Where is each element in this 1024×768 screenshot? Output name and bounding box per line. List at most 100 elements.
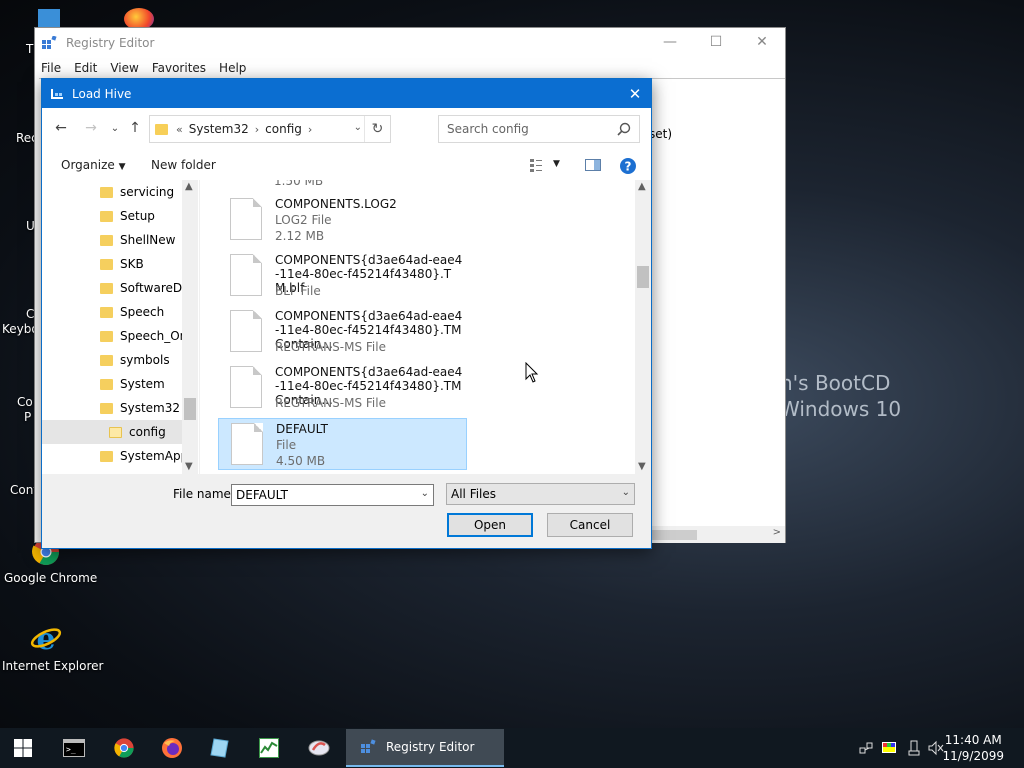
new-folder-button[interactable]: New folder xyxy=(151,158,216,172)
recent-locations-chevron-icon[interactable]: ⌄ xyxy=(105,118,125,138)
tree-item[interactable]: Setup xyxy=(42,204,182,228)
registry-editor-icon xyxy=(361,739,376,753)
address-row: ← → ⌄ ↑ « System32 › config › ⌄ ↻ Search… xyxy=(42,108,651,150)
scrollbar-thumb[interactable] xyxy=(649,530,697,540)
menu-favorites[interactable]: Favorites xyxy=(152,61,206,75)
tree-item[interactable]: Speech xyxy=(42,300,182,324)
menu-file[interactable]: File xyxy=(41,61,61,75)
navigation-pane: servicing Setup ShellNew SKB SoftwareDis… xyxy=(42,180,199,474)
display-color-icon[interactable] xyxy=(881,740,897,756)
tree-item[interactable]: servicing xyxy=(42,180,182,204)
breadcrumb-separator-icon[interactable]: › xyxy=(255,123,259,136)
tree-item-label: config xyxy=(129,425,166,439)
notepad-icon xyxy=(210,738,229,758)
file-list-scrollbar[interactable]: ▲ ▼ xyxy=(635,180,651,474)
menu-view[interactable]: View xyxy=(110,61,138,75)
breadcrumb-config[interactable]: config xyxy=(265,122,302,136)
preview-pane-icon[interactable] xyxy=(584,157,602,173)
close-icon[interactable]: ✕ xyxy=(739,28,785,56)
menu-edit[interactable]: Edit xyxy=(74,61,97,75)
file-item[interactable]: COMPONENTS.LOG2 LOG2 File 2.12 MB xyxy=(218,194,467,246)
address-dropdown-icon[interactable]: ⌄ xyxy=(354,122,362,133)
scrollbar-thumb[interactable] xyxy=(637,266,649,288)
document-icon xyxy=(231,423,263,465)
organize-button[interactable]: Organize ▼ xyxy=(61,158,126,172)
tree-item[interactable]: SystemApps xyxy=(42,444,182,468)
tree-item-label: ShellNew xyxy=(120,233,176,247)
up-arrow-icon[interactable]: ↑ xyxy=(125,118,145,138)
file-type-select[interactable]: All Files ⌄ xyxy=(446,483,635,505)
tree-item[interactable]: ShellNew xyxy=(42,228,182,252)
document-icon xyxy=(230,254,262,296)
file-name-input[interactable]: DEFAULT ⌄ xyxy=(231,484,434,506)
dialog-toolbar: Organize ▼ New folder ▼ ? xyxy=(42,150,651,180)
view-dropdown-icon[interactable]: ▼ xyxy=(553,159,560,169)
refresh-icon[interactable]: ↻ xyxy=(364,116,390,142)
start-button[interactable] xyxy=(0,728,46,768)
file-item[interactable]: COMPONENTS{d3ae64ad-eae4-11e4-80ec-f4521… xyxy=(218,362,467,414)
internet-explorer-desktop-icon[interactable]: e xyxy=(30,622,62,654)
scroll-down-icon[interactable]: ▼ xyxy=(185,461,193,472)
usb-eject-icon[interactable] xyxy=(906,740,922,756)
taskbar-command-prompt[interactable]: >_ xyxy=(51,728,97,768)
breadcrumb-system32[interactable]: System32 xyxy=(189,122,249,136)
overflow-chevrons-icon[interactable]: « xyxy=(176,123,183,136)
back-arrow-icon[interactable]: ← xyxy=(51,118,71,138)
internet-explorer-desktop-label[interactable]: Internet Explorer xyxy=(2,659,103,673)
document-icon xyxy=(230,310,262,352)
scrollbar-thumb[interactable] xyxy=(184,398,196,420)
folder-icon xyxy=(100,234,113,246)
tree-item-selected[interactable]: config xyxy=(42,420,182,444)
taskbar-task-manager[interactable] xyxy=(246,728,292,768)
scroll-up-icon[interactable]: ▲ xyxy=(638,181,646,192)
taskbar-firefox[interactable] xyxy=(149,728,195,768)
taskbar-notepad[interactable] xyxy=(197,728,243,768)
file-name-dropdown-icon[interactable]: ⌄ xyxy=(421,488,429,499)
navigation-scrollbar[interactable]: ▲ ▼ xyxy=(182,180,198,474)
tree-item[interactable]: SoftwareDis xyxy=(42,276,182,300)
chrome-desktop-label[interactable]: Google Chrome xyxy=(4,571,97,585)
view-options-icon[interactable] xyxy=(529,157,547,173)
folder-icon xyxy=(100,378,113,390)
scroll-right-icon[interactable]: > xyxy=(773,527,781,538)
minimize-icon[interactable]: — xyxy=(647,28,693,56)
help-icon[interactable]: ? xyxy=(619,157,637,175)
file-item[interactable]: COMPONENTS{d3ae64ad-eae4-11e4-80ec-f4521… xyxy=(218,250,467,302)
forward-arrow-icon[interactable]: → xyxy=(81,118,101,138)
breadcrumb-separator-icon[interactable]: › xyxy=(308,123,312,136)
taskbar-registry-editor[interactable]: Registry Editor xyxy=(346,729,504,767)
tree-item[interactable]: symbols xyxy=(42,348,182,372)
dialog-titlebar[interactable]: Load Hive xyxy=(42,79,651,108)
folder-icon xyxy=(100,210,113,222)
scroll-up-icon[interactable]: ▲ xyxy=(185,181,193,192)
file-item-selected[interactable]: DEFAULT File 4.50 MB xyxy=(218,418,467,470)
load-hive-dialog: Load Hive ✕ ← → ⌄ ↑ « System32 › config … xyxy=(41,78,652,549)
this-pc-icon[interactable] xyxy=(38,9,60,29)
taskbar-chrome[interactable] xyxy=(101,728,147,768)
folder-icon xyxy=(155,123,168,135)
file-size: 2.12 MB xyxy=(275,229,325,243)
taskbar-app[interactable] xyxy=(296,728,342,768)
maximize-icon[interactable]: ☐ xyxy=(693,28,739,56)
tree-item[interactable]: SKB xyxy=(42,252,182,276)
open-label: Open xyxy=(473,518,507,532)
address-bar[interactable]: « System32 › config › ⌄ ↻ xyxy=(149,115,391,143)
tree-item[interactable]: Speech_One xyxy=(42,324,182,348)
tree-item[interactable]: System xyxy=(42,372,182,396)
taskbar-clock[interactable]: 11:40 AM 11/9/2099 xyxy=(942,732,1004,764)
registry-horizontal-scrollbar[interactable]: > xyxy=(649,526,785,543)
file-item[interactable]: COMPONENTS{d3ae64ad-eae4-11e4-80ec-f4521… xyxy=(218,306,467,358)
scroll-down-icon[interactable]: ▼ xyxy=(638,461,646,472)
search-input[interactable]: Search config xyxy=(438,115,640,143)
tree-item-label: Speech_One xyxy=(120,329,182,343)
network-icon[interactable] xyxy=(858,740,874,756)
file-type-dropdown-icon[interactable]: ⌄ xyxy=(622,487,630,498)
menu-help[interactable]: Help xyxy=(219,61,246,75)
open-button[interactable]: Open xyxy=(447,513,533,537)
tree-item[interactable]: System32 xyxy=(42,396,182,420)
search-icon[interactable] xyxy=(617,122,631,136)
dialog-close-icon[interactable]: ✕ xyxy=(619,79,651,108)
tree-item-label: SoftwareDis xyxy=(120,281,182,295)
cancel-button[interactable]: Cancel xyxy=(547,513,633,537)
chrome-icon xyxy=(114,738,134,758)
